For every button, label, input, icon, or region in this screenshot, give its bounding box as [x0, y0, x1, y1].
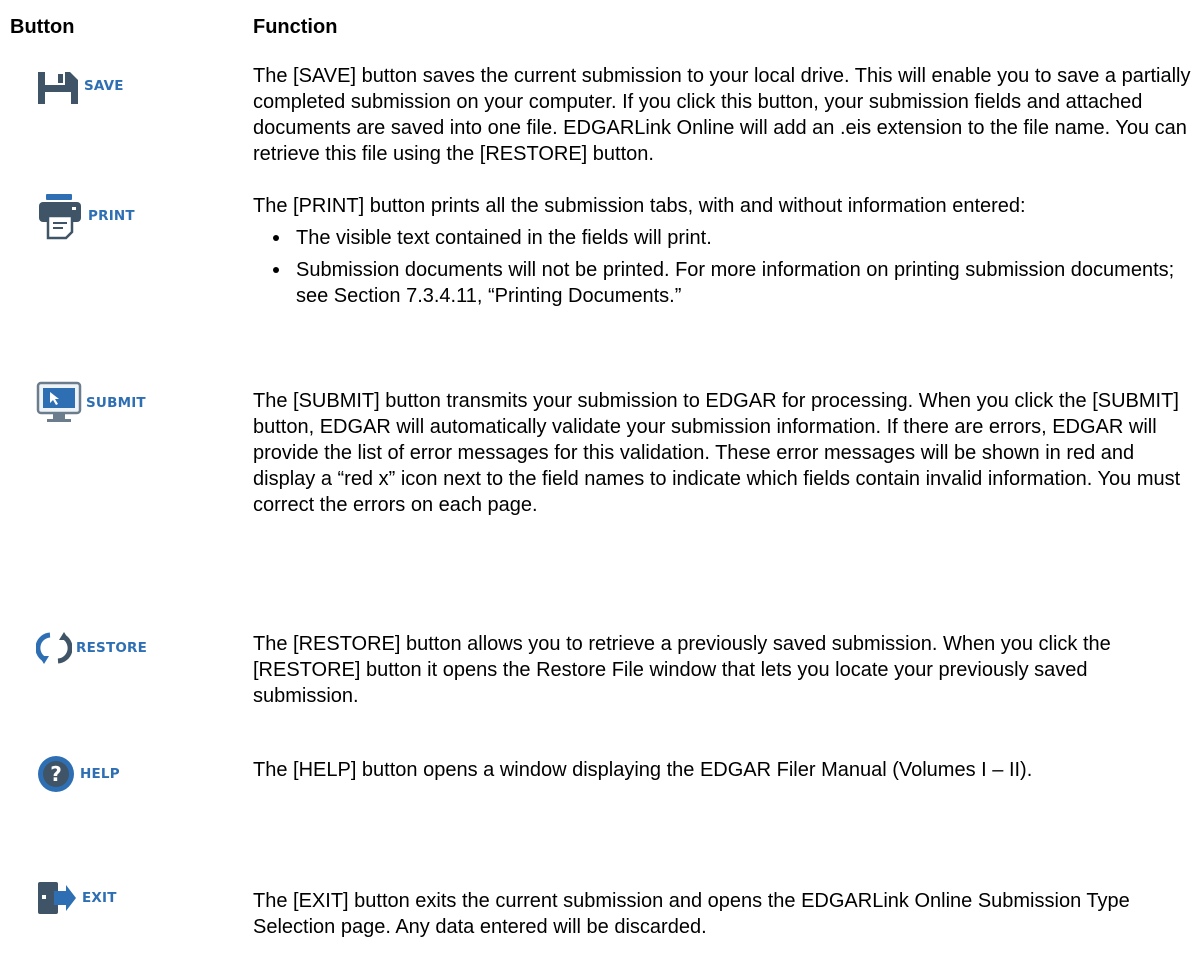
restore-label: RESTORE	[76, 640, 148, 656]
header-button: Button	[10, 16, 75, 38]
submit-label: SUBMIT	[86, 395, 146, 411]
save-label: SAVE	[84, 78, 124, 94]
list-item: Submission documents will not be printed…	[253, 257, 1198, 309]
refresh-arrows-icon	[36, 632, 72, 664]
print-description: The [PRINT] button prints all the submis…	[253, 193, 1198, 315]
save-button[interactable]: SAVE	[36, 66, 124, 106]
help-description: The [HELP] button opens a window display…	[253, 759, 1033, 781]
exit-label: EXIT	[82, 890, 117, 906]
print-bullet-list: The visible text contained in the fields…	[253, 225, 1198, 309]
exit-door-icon	[38, 882, 76, 914]
help-button[interactable]: ? HELP	[36, 754, 120, 794]
save-description: The [SAVE] button saves the current subm…	[253, 65, 1191, 165]
print-label: PRINT	[88, 208, 135, 224]
floppy-disk-icon	[38, 72, 78, 104]
exit-button[interactable]: EXIT	[36, 880, 117, 916]
printer-icon	[39, 194, 81, 240]
help-label: HELP	[80, 766, 120, 782]
exit-description: The [EXIT] button exits the current subm…	[253, 890, 1130, 938]
header-function: Function	[253, 16, 338, 38]
monitor-cursor-icon	[36, 381, 82, 422]
question-mark-icon: ?	[38, 756, 74, 792]
print-button[interactable]: PRINT	[36, 192, 135, 240]
submit-description: The [SUBMIT] button transmits your submi…	[253, 390, 1181, 516]
submit-button[interactable]: SUBMIT	[36, 381, 146, 425]
list-item: The visible text contained in the fields…	[253, 225, 1198, 251]
restore-button[interactable]: RESTORE	[36, 630, 147, 666]
svg-text:?: ?	[50, 762, 62, 786]
restore-description: The [RESTORE] button allows you to retri…	[253, 633, 1111, 707]
